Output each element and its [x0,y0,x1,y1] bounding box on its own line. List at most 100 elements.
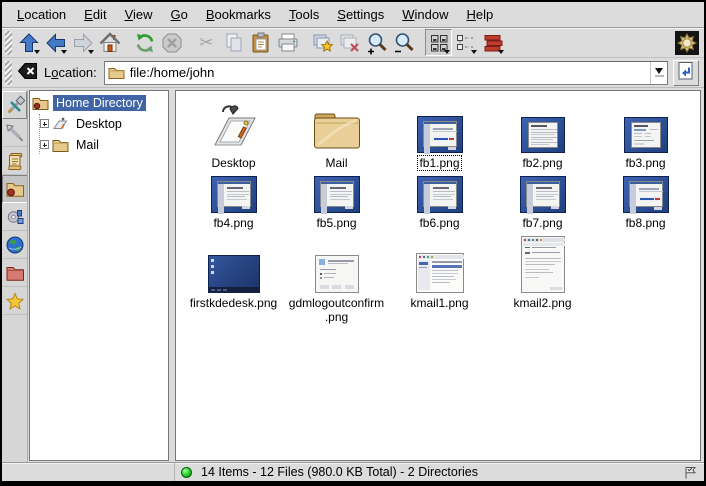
preview-on-button[interactable] [309,29,336,56]
menu-item-bookmarks[interactable]: Bookmarks [197,4,280,25]
dropdown-arrow-icon [498,50,504,54]
file-item-kmail1.png[interactable]: kmail1.png [388,233,491,325]
zoom-out-button[interactable] [390,29,417,56]
copy-button[interactable] [220,29,247,56]
toolbar-drag-handle[interactable] [5,31,12,55]
tree-item-home-directory[interactable]: Home Directory [32,93,168,112]
locationbar-drag-handle[interactable] [5,61,12,85]
file-item-fb2.png[interactable]: fb2.png [491,97,594,171]
thumb-wizard-icon [520,173,566,213]
desktop-small-icon [52,116,69,132]
file-label: fb3.png [623,155,667,171]
reload-button[interactable] [131,29,158,56]
sidebar-tab-services[interactable] [2,203,27,231]
file-item-fb4.png[interactable]: fb4.png [182,173,285,231]
thumb-wizard-logo-icon [623,173,669,213]
file-item-fb1.png[interactable]: fb1.png [388,97,491,171]
menu-item-edit[interactable]: Edit [75,4,115,25]
file-item-fb5.png[interactable]: fb5.png [285,173,388,231]
tree-item-desktop[interactable]: Desktop [40,114,168,133]
cut-button[interactable]: ✂ [193,29,220,56]
stop-icon [160,31,184,55]
icon-view-button[interactable] [425,29,452,56]
zoom-in-icon [365,31,389,55]
file-label: fb1.png [417,155,461,171]
file-label: fb5.png [314,215,358,231]
dropdown-arrow-icon [61,50,67,54]
file-label: kmail1.png [408,295,470,311]
forward-arrow-button[interactable] [69,29,96,56]
sidebar-tab-history-scroll[interactable] [2,147,27,175]
desktop-large-icon [208,97,260,153]
menu-item-location[interactable]: Location [8,4,75,25]
clear-location-button[interactable] [15,60,41,86]
sidebar-tab-nail[interactable] [2,119,27,147]
preview-on-icon [311,31,335,55]
back-arrow-button[interactable] [42,29,69,56]
file-item-fb3.png[interactable]: fb3.png [594,97,697,171]
green-led-icon [181,467,192,478]
menu-item-settings[interactable]: Settings [328,4,393,25]
tree-item-mail[interactable]: Mail [40,135,168,154]
clear-location-icon [16,59,40,86]
sidebar-tab-configure-tools[interactable] [2,91,27,119]
file-label: fb6.png [417,215,461,231]
statusbar-spacer [2,463,175,481]
tree-expander-icon[interactable] [40,119,49,128]
menu-item-go[interactable]: Go [162,4,197,25]
file-item-mail[interactable]: Mail [285,97,388,171]
root-folder-icon [5,263,25,283]
file-item-desktop[interactable]: Desktop [182,97,285,171]
preview-off-icon [338,31,362,55]
menu-item-help[interactable]: Help [458,4,503,25]
file-item-firstkdedesk.png[interactable]: firstkdedesk.png [182,233,285,325]
tree-view-button[interactable] [452,29,479,56]
thumb-desktop-icon [208,233,260,293]
bookmark-star-icon [5,291,25,311]
thumb-wizard-icon [211,173,257,213]
home-button[interactable] [96,29,123,56]
main-toolbar: ✂ [2,28,704,58]
location-label: Location: [44,65,97,80]
menu-item-view[interactable]: View [116,4,162,25]
sidebar-tab-root-folder[interactable] [2,259,27,287]
folder-home-icon [32,95,49,111]
location-combo[interactable] [104,61,668,85]
file-view: DesktopMailfb1.pngfb2.pngfb3.pngfb4.pngf… [175,90,701,461]
file-item-kmail2.png[interactable]: kmail2.png [491,233,594,325]
linked-view-flag-icon[interactable] [683,465,698,480]
configure-tools-icon [5,95,25,115]
location-toolbar: Location: [2,58,704,88]
file-item-fb6.png[interactable]: fb6.png [388,173,491,231]
paste-button[interactable] [247,29,274,56]
kde-gear-icon [674,30,700,56]
home-folder-icon [5,179,25,199]
print-button[interactable] [274,29,301,56]
go-button[interactable] [673,60,699,86]
file-item-gdmlogoutconfirm.png[interactable]: gdmlogoutconfirm.png [285,233,388,325]
file-item-fb7.png[interactable]: fb7.png [491,173,594,231]
zoom-in-button[interactable] [363,29,390,56]
detail-view-button[interactable] [479,29,506,56]
sidebar-tab-bookmark-star[interactable] [2,287,27,315]
dropdown-arrow-icon [34,50,40,54]
history-scroll-icon [5,151,25,171]
preview-off-button[interactable] [336,29,363,56]
stop-button[interactable] [158,29,185,56]
menu-item-window[interactable]: Window [393,4,457,25]
paste-icon [249,31,273,55]
up-arrow-button[interactable] [15,29,42,56]
menu-item-tools[interactable]: Tools [280,4,328,25]
location-dropdown-button[interactable] [650,62,667,84]
tree-expander-icon[interactable] [40,140,49,149]
location-input[interactable] [130,62,650,84]
file-item-fb8.png[interactable]: fb8.png [594,173,697,231]
status-bar: 14 Items - 12 Files (980.0 KB Total) - 2… [2,462,704,481]
thumb-mail-compose-icon [521,233,565,293]
sidebar-tab-network-globe[interactable] [2,231,27,259]
print-icon [276,31,300,55]
dropdown-arrow-icon [88,50,94,54]
copy-icon [222,31,246,55]
file-grid: DesktopMailfb1.pngfb2.pngfb3.pngfb4.pngf… [182,97,700,325]
sidebar-tab-home-folder[interactable] [2,175,27,203]
